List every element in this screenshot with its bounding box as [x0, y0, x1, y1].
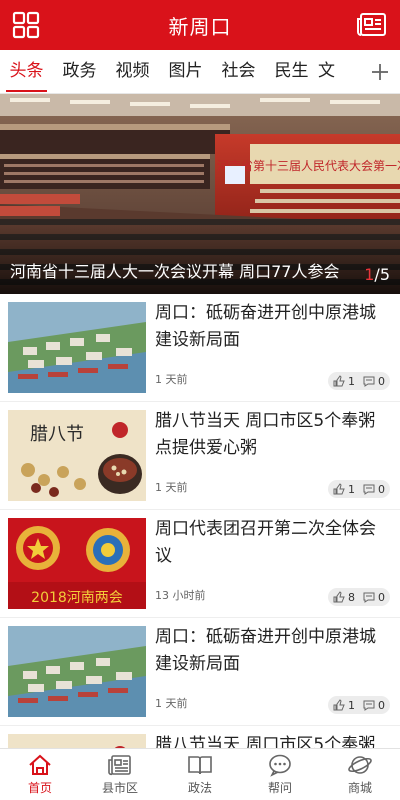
article-time: 1 天前: [155, 697, 188, 710]
banner-pager: 1/5: [364, 265, 390, 284]
headline-banner[interactable]: 河南省第十三届人民代表大会第一次会议 河南省十三届人大一次会议开幕 周口77人参…: [0, 94, 400, 294]
book-icon: [188, 756, 212, 775]
list-item[interactable]: 腊八节 腊八节当天 周口市区5个奉粥点提供爱心粥 1 天前 1 0: [0, 402, 400, 510]
app: 新周口 头条 政务 视频 图片 社会 民生 文化: [0, 0, 400, 800]
article-title: 周口代表团召开第二次全体会议: [155, 519, 376, 566]
top-bar: 新周口: [0, 0, 400, 50]
planet-icon: [348, 756, 372, 774]
thumbs-up-icon: [333, 483, 345, 495]
newspaper-icon: [108, 755, 131, 776]
article-stats: 1 0: [328, 372, 390, 390]
article-stats: 1 0: [328, 696, 390, 714]
article-thumbnail: 腊八节: [8, 410, 146, 501]
like-count-value: 1: [348, 698, 355, 712]
article-thumbnail: 2018河南两会: [8, 518, 146, 609]
article-time: 13 小时前: [155, 589, 206, 602]
nav-home-label: 首页: [27, 781, 52, 795]
comment-icon: [363, 484, 375, 495]
nav-law[interactable]: 政法: [160, 749, 240, 800]
comment-icon: [363, 592, 375, 603]
thumbs-up-icon: [333, 375, 345, 387]
thumbs-up-icon: [333, 591, 345, 603]
article-stats: 8 0: [328, 588, 390, 606]
tab-culture[interactable]: 文化: [318, 50, 348, 93]
comment-count-value: 0: [378, 482, 385, 496]
nav-law-label: 政法: [187, 781, 212, 795]
nav-mall-label: 商城: [347, 781, 372, 795]
nav-home[interactable]: 首页: [0, 749, 80, 800]
app-title: 新周口: [168, 14, 232, 39]
category-tabs: 头条 政务 视频 图片 社会 民生 文化: [0, 50, 400, 94]
article-title: 周口：砥砺奋进开创中原港城建设新局面: [155, 303, 376, 350]
like-count-value: 1: [348, 374, 355, 388]
article-stats: 1 0: [328, 480, 390, 498]
tab-livelihood[interactable]: 民生: [265, 50, 318, 93]
comment-count-value: 0: [378, 698, 385, 712]
add-tab-icon[interactable]: [360, 50, 400, 93]
article-title: 周口：砥砺奋进开创中原港城建设新局面: [155, 627, 376, 674]
list-item[interactable]: 周口：砥砺奋进开创中原港城建设新局面 1 天前 1 0: [0, 618, 400, 726]
nav-help[interactable]: 帮问: [240, 749, 320, 800]
banner-caption: 河南省十三届人大一次会议开幕 周口77人参会: [10, 262, 340, 281]
tab-society[interactable]: 社会: [212, 50, 265, 93]
comment-count[interactable]: 0: [360, 588, 390, 606]
newspaper-icon[interactable]: [356, 11, 388, 39]
list-item[interactable]: 2018河南两会 周口代表团召开第二次全体会议 13 小时前 8 0: [0, 510, 400, 618]
article-title: 腊八节当天 周口市区5个奉粥点提供爱心粥: [155, 411, 376, 458]
bottom-nav: 首页 县市区 政法 帮问 商城: [0, 748, 400, 800]
comment-count[interactable]: 0: [360, 696, 390, 714]
like-count-value: 8: [348, 590, 355, 604]
article-time: 1 天前: [155, 481, 188, 494]
comment-count[interactable]: 0: [360, 372, 390, 390]
nav-help-label: 帮问: [267, 781, 292, 795]
list-item[interactable]: 周口：砥砺奋进开创中原港城建设新局面 1 天前 1 0: [0, 294, 400, 402]
article-thumbnail: [8, 302, 146, 393]
comment-icon: [363, 700, 375, 711]
comment-count-value: 0: [378, 374, 385, 388]
like-count[interactable]: 1: [328, 372, 360, 390]
pager-total: /5: [374, 265, 390, 284]
home-icon: [29, 754, 51, 775]
like-count[interactable]: 1: [328, 696, 360, 714]
tab-pictures[interactable]: 图片: [159, 50, 212, 93]
chat-icon: [269, 754, 291, 777]
tab-government[interactable]: 政务: [53, 50, 106, 93]
thumb-laba-text: 腊八节: [30, 424, 84, 445]
comment-icon: [363, 376, 375, 387]
nav-mall[interactable]: 商城: [320, 749, 400, 800]
article-list: 周口：砥砺奋进开创中原港城建设新局面 1 天前 1 0 腊八节 腊八节当天 周口…: [0, 294, 400, 800]
pager-current: 1: [364, 265, 375, 284]
comment-count-value: 0: [378, 590, 385, 604]
thumbs-up-icon: [333, 699, 345, 711]
article-thumbnail: [8, 626, 146, 717]
like-count-value: 1: [348, 482, 355, 496]
comment-count[interactable]: 0: [360, 480, 390, 498]
nav-counties[interactable]: 县市区: [80, 749, 160, 800]
thumb-two-sessions-text: 2018河南两会: [31, 590, 123, 606]
grid-icon[interactable]: [12, 11, 40, 39]
tab-video[interactable]: 视频: [106, 50, 159, 93]
article-time: 1 天前: [155, 373, 188, 386]
nav-counties-label: 县市区: [101, 781, 138, 795]
like-count[interactable]: 8: [328, 588, 360, 606]
like-count[interactable]: 1: [328, 480, 360, 498]
tab-headline[interactable]: 头条: [0, 50, 53, 93]
